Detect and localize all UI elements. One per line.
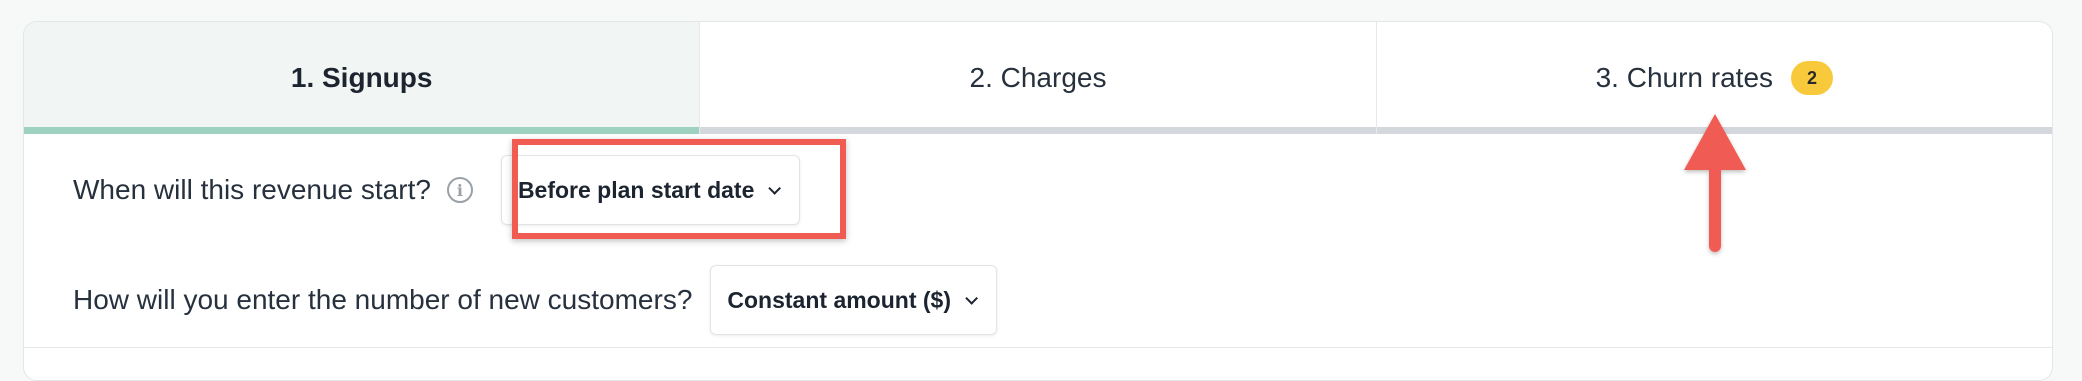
revenue-start-label: When will this revenue start? bbox=[73, 174, 431, 205]
new-customers-row: How will you enter the number of new cus… bbox=[73, 258, 997, 342]
chevron-down-icon bbox=[768, 181, 782, 195]
revenue-start-dropdown[interactable]: Before plan start date bbox=[500, 155, 801, 225]
revenue-start-value: Before plan start date bbox=[517, 176, 755, 203]
tab-signups-progress-bar bbox=[24, 127, 700, 134]
tab-signups-label: 1. Signups bbox=[290, 62, 433, 93]
new-customers-value: Constant amount ($) bbox=[727, 286, 951, 313]
tab-charges[interactable]: 2. Charges bbox=[700, 22, 1377, 134]
chevron-down-icon bbox=[965, 291, 978, 305]
new-customers-dropdown[interactable]: Constant amount ($) bbox=[710, 265, 997, 335]
churn-rates-count-badge: 2 bbox=[1791, 61, 1834, 95]
section-divider bbox=[24, 347, 2052, 348]
tab-charges-label: 2. Charges bbox=[969, 62, 1107, 93]
tab-charges-progress-bar bbox=[700, 127, 1376, 134]
tab-signups[interactable]: 1. Signups bbox=[24, 22, 701, 134]
tab-churn-rates-label: 3. Churn rates bbox=[1595, 62, 1774, 93]
revenue-start-row: When will this revenue start? i Before p… bbox=[73, 148, 801, 232]
info-icon[interactable]: i bbox=[446, 177, 473, 203]
new-customers-label: How will you enter the number of new cus… bbox=[73, 284, 693, 315]
annotation-arrow-up-icon bbox=[1684, 114, 1746, 252]
